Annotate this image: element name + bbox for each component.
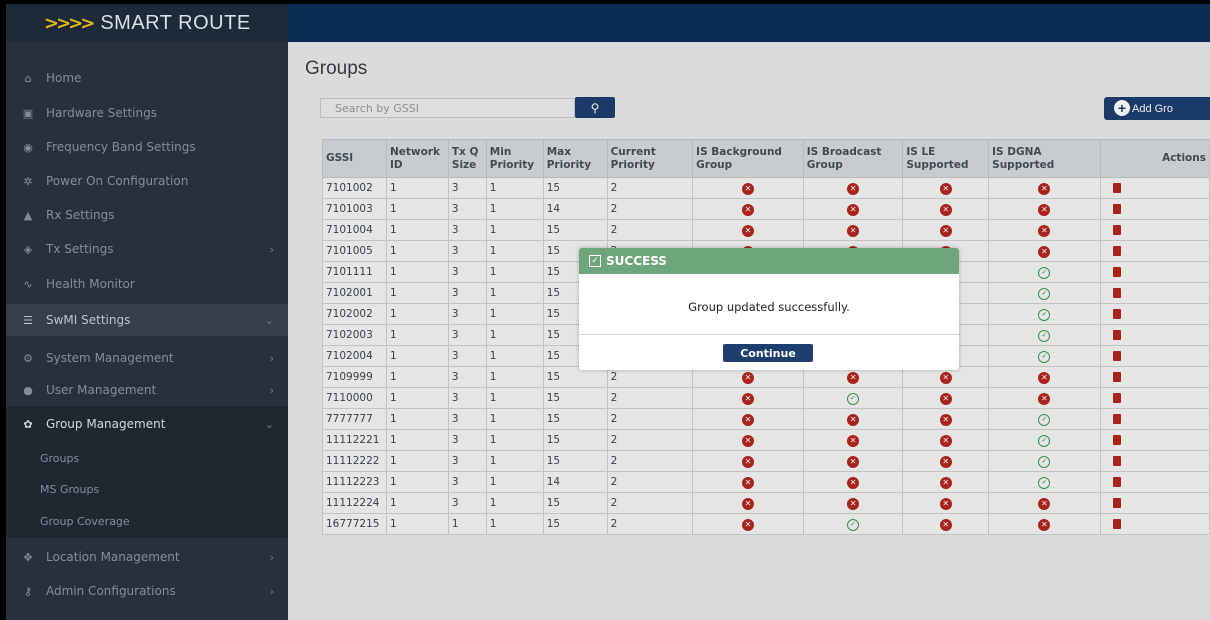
modal-message: Group updated successfully. (688, 300, 850, 314)
app-window: >>>> SMART ROUTE ⌂ Home ▣ Hardware Setti… (6, 4, 1210, 620)
continue-button[interactable]: Continue (723, 344, 813, 362)
check-square-icon: ✓ (589, 255, 601, 267)
success-modal: ✓ SUCCESS Group updated successfully. Co… (579, 248, 959, 370)
modal-header: ✓ SUCCESS (579, 248, 959, 274)
modal-title: SUCCESS (606, 254, 667, 268)
modal-divider (579, 334, 959, 335)
